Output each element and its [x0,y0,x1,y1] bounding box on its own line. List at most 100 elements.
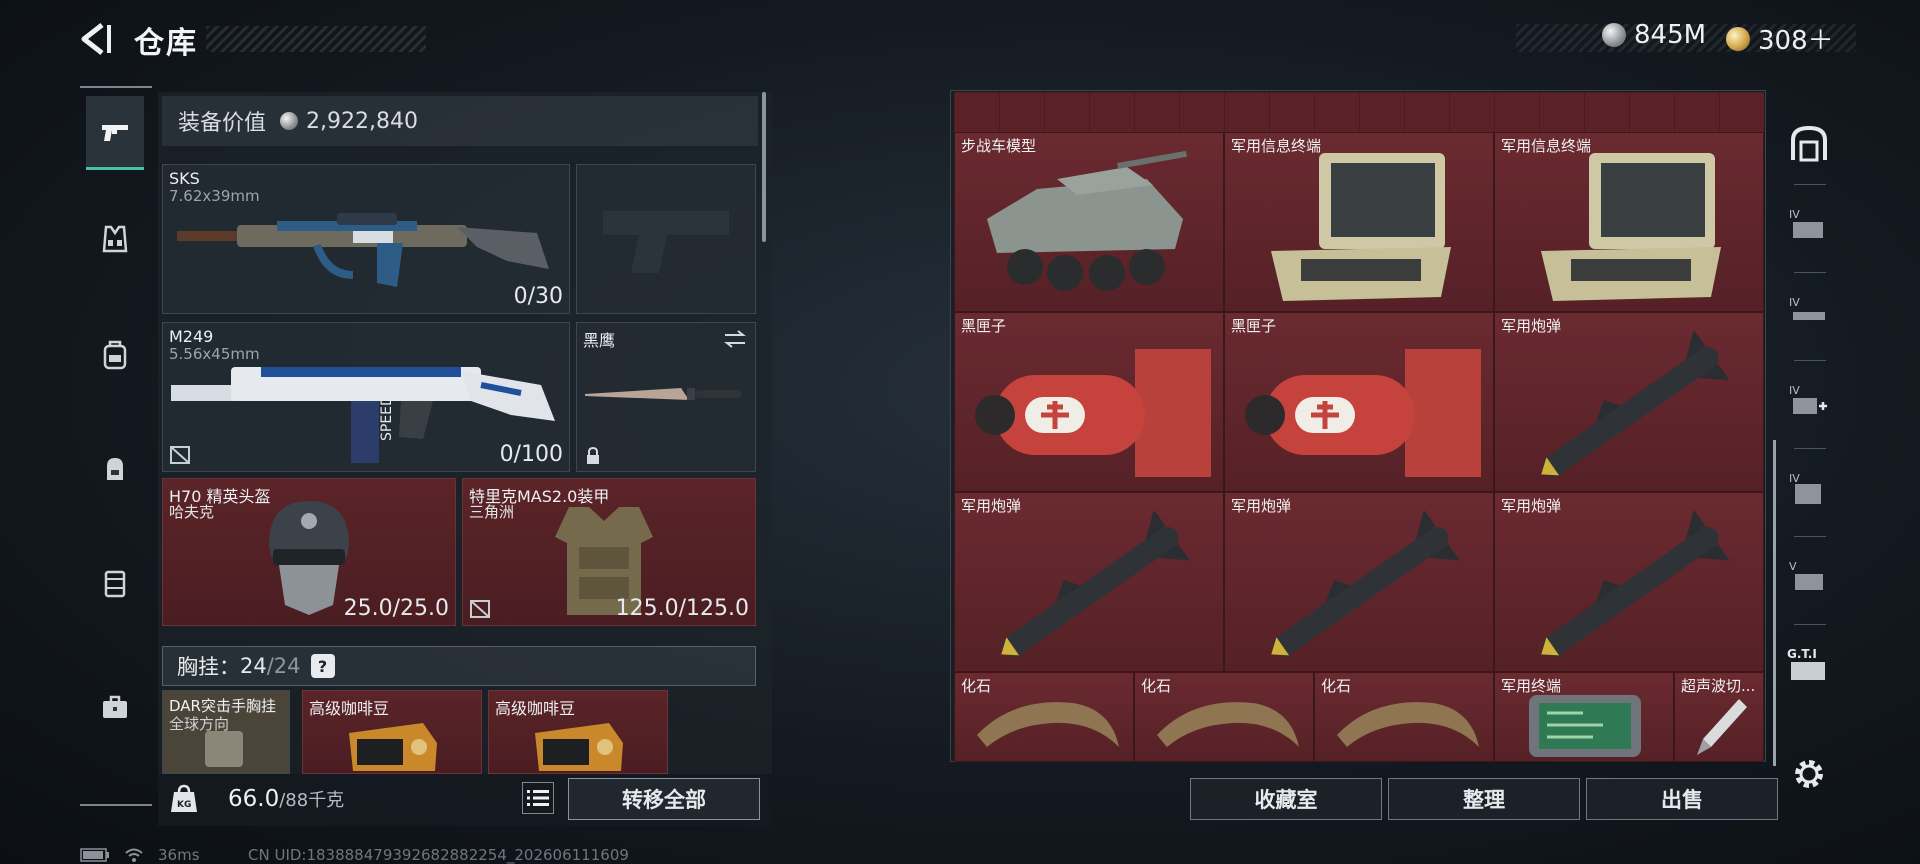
chest-rig-bar: 胸挂： 24 /24 ? [162,646,756,686]
gear-storage-icon: V [1789,560,1823,590]
transfer-all-button[interactable]: 转移全部 [568,778,760,820]
svg-text:SPEED: SPEED [379,395,395,441]
melee-slot[interactable]: 黑鹰 [576,322,756,472]
warehouse-item[interactable]: 军用炮弹 [1224,492,1494,672]
equipment-scrollbar[interactable] [762,92,766,242]
weight-readout: 66.0/88千克 [228,786,344,812]
svg-text:IV: IV [1789,208,1800,221]
warehouse-item[interactable]: 步战车模型 [954,132,1224,312]
settings-button[interactable] [1782,744,1836,804]
sidearm-slot-empty[interactable] [576,164,756,314]
warehouse-item[interactable]: 军用信息终端 [1494,132,1764,312]
svg-text:IV: IV [1789,296,1800,309]
svg-text:KG: KG [177,800,191,810]
warehouse-item[interactable]: 军用信息终端 [1224,132,1494,312]
back-arrow-icon[interactable] [78,22,114,56]
broken-slot-icon [470,600,490,618]
rail-tab-backpack[interactable] [86,318,144,392]
silver-currency[interactable]: 845M [1602,20,1706,50]
rail-tab-weapons[interactable] [86,96,144,170]
warehouse-tab-gti[interactable]: G.T.I [1782,634,1836,694]
gti-storage-icon: G.T.I [1787,647,1825,680]
apc-model-icon [987,150,1187,291]
warehouse-tab-main[interactable] [1782,114,1836,174]
pistol-icon [102,124,128,141]
warehouse-item[interactable]: 黑匣子 [954,312,1224,492]
battery-icon [80,848,109,862]
gold-currency-value: 308＋ [1758,26,1834,56]
wifi-icon [125,848,143,862]
status-bar: 36ms [80,846,200,864]
chest-rig-max: /24 [266,654,301,678]
collection-room-button[interactable]: 收藏室 [1190,778,1382,820]
pistol-silhouette-icon [603,211,729,273]
warehouse-item[interactable]: 军用终端 [1494,672,1674,762]
chest-rig-item[interactable]: DAR突击手胸挂 全球方向 [162,690,290,774]
equipment-value-label: 装备价值 [178,111,267,136]
page-title: 仓库 [134,26,198,61]
rail-tab-toolbox[interactable] [86,670,144,744]
ping-readout: 36ms [158,846,200,864]
help-icon[interactable]: ? [310,654,335,678]
coffee-bag-icon [349,723,437,771]
list-view-button[interactable] [522,782,554,814]
helmet-durability: 25.0/25.0 [343,596,449,621]
warehouse-tab-5[interactable]: V [1782,546,1836,606]
sell-button[interactable]: 出售 [1586,778,1778,820]
black-box-icon [975,349,1211,477]
missile-icon [1541,331,1730,477]
rifle-storage-icon: IV [1789,296,1825,320]
warehouse-item[interactable]: 化石 [1314,672,1494,762]
missile-icon [1271,511,1460,657]
swap-icon[interactable] [723,329,747,349]
warehouse-item[interactable]: 军用炮弹 [1494,312,1764,492]
warehouse-item[interactable]: 黑匣子 [1224,312,1494,492]
warehouse-tab-4b[interactable]: IV [1782,282,1836,342]
small-bag-icon [107,458,123,480]
warehouse-item[interactable]: 化石 [954,672,1134,762]
rig-item-coffee[interactable]: 高级咖啡豆 [302,690,482,774]
title-decoration [206,26,426,52]
ammo-count: 0/30 [513,284,563,309]
weight-unit: 千克 [308,790,345,811]
sort-button[interactable]: 整理 [1388,778,1580,820]
warehouse-tab-medical[interactable]: IV [1782,370,1836,430]
toolbox-icon [103,695,127,718]
secondary-weapon-slot[interactable]: M249 5.56x45mm SPEED 0/100 [162,322,570,472]
armor-slot[interactable]: 特里克MAS2.0装甲 三角洲 125.0/125.0 [462,478,756,626]
primary-weapon-slot[interactable]: SKS 7.62x39mm 0/30 [162,164,570,314]
missile-icon [1001,511,1190,657]
weight-max: /88 [279,790,309,811]
weight-icon: KG [171,784,197,812]
armor-brand: 三角洲 [469,503,515,521]
gold-coin-icon [1726,26,1750,51]
circuit-board-icon [1529,695,1641,757]
silver-currency-value: 845M [1634,20,1707,50]
rifle-image [177,213,549,287]
rig-item-coffee[interactable]: 高级咖啡豆 [488,690,668,774]
gold-currency[interactable]: 308＋ [1726,20,1834,57]
warehouse-tab-4[interactable]: IV [1782,194,1836,254]
rail-tab-vest[interactable] [86,202,144,276]
rail-tab-pack[interactable] [86,432,144,506]
warehouse-item[interactable]: 军用炮弹 [1494,492,1764,672]
svg-text:G.T.I: G.T.I [1787,647,1817,661]
container-icon [104,570,126,598]
fossil-claw-icon [977,702,1119,747]
lock-icon [587,447,599,464]
rail-tab-case[interactable] [86,546,144,620]
item-name: 超声波切... [1681,677,1756,695]
rail-divider-bottom [80,804,152,806]
armor-durability: 125.0/125.0 [615,596,749,621]
warehouse-tab-items[interactable]: IV [1782,458,1836,518]
warehouse-building-icon [1791,125,1827,162]
svg-text:V: V [1789,560,1797,573]
broken-slot-icon [170,446,190,464]
warehouse-item[interactable]: 超声波切... [1674,672,1764,762]
weight-current: 66.0 [228,786,280,812]
silver-coin-icon [280,112,299,130]
warehouse-item[interactable]: 军用炮弹 [954,492,1224,672]
warehouse-item[interactable]: 化石 [1134,672,1314,762]
helmet-slot[interactable]: H70 精英头盔 哈夫克 25.0/25.0 [162,478,456,626]
military-terminal-icon [1271,153,1451,301]
